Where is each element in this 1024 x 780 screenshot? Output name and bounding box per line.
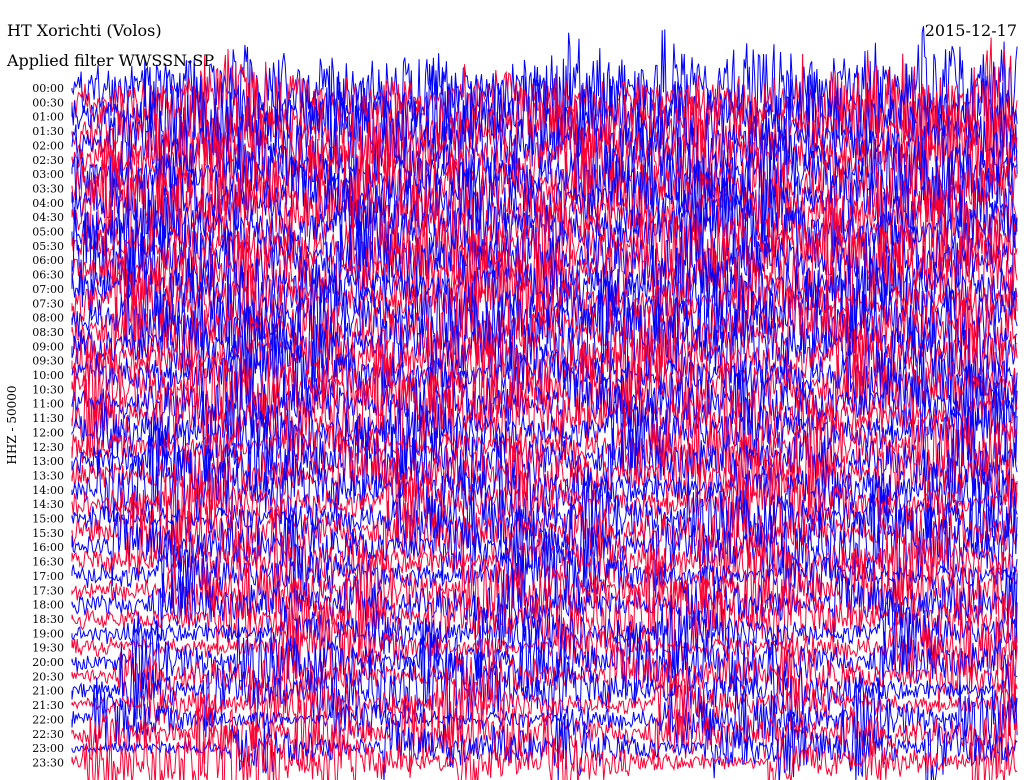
row-label: 03:00 bbox=[32, 168, 64, 181]
row-label: 07:00 bbox=[32, 283, 64, 296]
chart-date: 2015-12-17 bbox=[925, 21, 1017, 40]
row-label: 18:00 bbox=[32, 599, 64, 612]
row-label: 08:00 bbox=[32, 312, 64, 325]
row-label: 09:00 bbox=[32, 340, 64, 353]
row-label: 11:00 bbox=[32, 398, 64, 411]
row-label: 16:30 bbox=[32, 556, 64, 569]
row-label: 00:00 bbox=[32, 82, 64, 95]
row-label: 14:30 bbox=[32, 498, 64, 511]
row-label: 13:00 bbox=[32, 455, 64, 468]
time-row-labels: 00:0000:30 01:0001:3002:00 02:3003:0003:30… bbox=[32, 82, 64, 769]
row-label: 05:30 bbox=[32, 240, 64, 253]
row-label: 01:30 bbox=[32, 125, 64, 138]
row-label: 08:30 bbox=[32, 326, 64, 339]
row-label: 19:00 bbox=[32, 627, 64, 640]
row-label: 18:30 bbox=[32, 613, 64, 626]
row-label: 06:30 bbox=[32, 269, 64, 282]
row-label: 04:00 bbox=[32, 197, 64, 210]
row-label: 11:30 bbox=[32, 412, 64, 425]
row-label: 10:30 bbox=[32, 383, 64, 396]
row-label: 10:00 bbox=[32, 369, 64, 382]
row-label: 21:30 bbox=[32, 699, 64, 712]
row-label: 01:00 bbox=[32, 111, 64, 124]
y-axis-label: HHZ - 50000 bbox=[5, 385, 19, 464]
row-label: 02:30 bbox=[32, 154, 64, 167]
row-label: 22:30 bbox=[32, 728, 64, 741]
row-label: 21:00 bbox=[32, 685, 64, 698]
row-label: 23:00 bbox=[32, 742, 64, 755]
row-label: 23:30 bbox=[32, 756, 64, 769]
row-label: 17:30 bbox=[32, 584, 64, 597]
row-label: 14:00 bbox=[32, 484, 64, 497]
row-label: 16:00 bbox=[32, 541, 64, 554]
chart-title: HT Xorichti (Volos) bbox=[7, 21, 162, 40]
chart-subtitle: Applied filter WWSSN-SP bbox=[6, 51, 214, 70]
row-label: 17:00 bbox=[32, 570, 64, 583]
row-label: 15:30 bbox=[32, 527, 64, 540]
row-label: 12:30 bbox=[32, 441, 64, 454]
row-label: 02:00 bbox=[32, 139, 64, 152]
row-label: 22:00 bbox=[32, 713, 64, 726]
row-label: 07:30 bbox=[32, 297, 64, 310]
helicorder-chart: 00:0000:30 01:0001:3002:00 02:3003:0003:30… bbox=[0, 0, 1024, 780]
row-label: 15:00 bbox=[32, 513, 64, 526]
row-label: 06:00 bbox=[32, 254, 64, 267]
row-label: 13:30 bbox=[32, 469, 64, 482]
row-label: 09:30 bbox=[32, 355, 64, 368]
row-label: 19:30 bbox=[32, 642, 64, 655]
row-label: 00:30 bbox=[32, 96, 64, 109]
row-label: 03:30 bbox=[32, 182, 64, 195]
row-label: 20:30 bbox=[32, 670, 64, 683]
row-label: 20:00 bbox=[32, 656, 64, 669]
row-label: 12:00 bbox=[32, 426, 64, 439]
row-label: 05:00 bbox=[32, 226, 64, 239]
row-label: 04:30 bbox=[32, 211, 64, 224]
